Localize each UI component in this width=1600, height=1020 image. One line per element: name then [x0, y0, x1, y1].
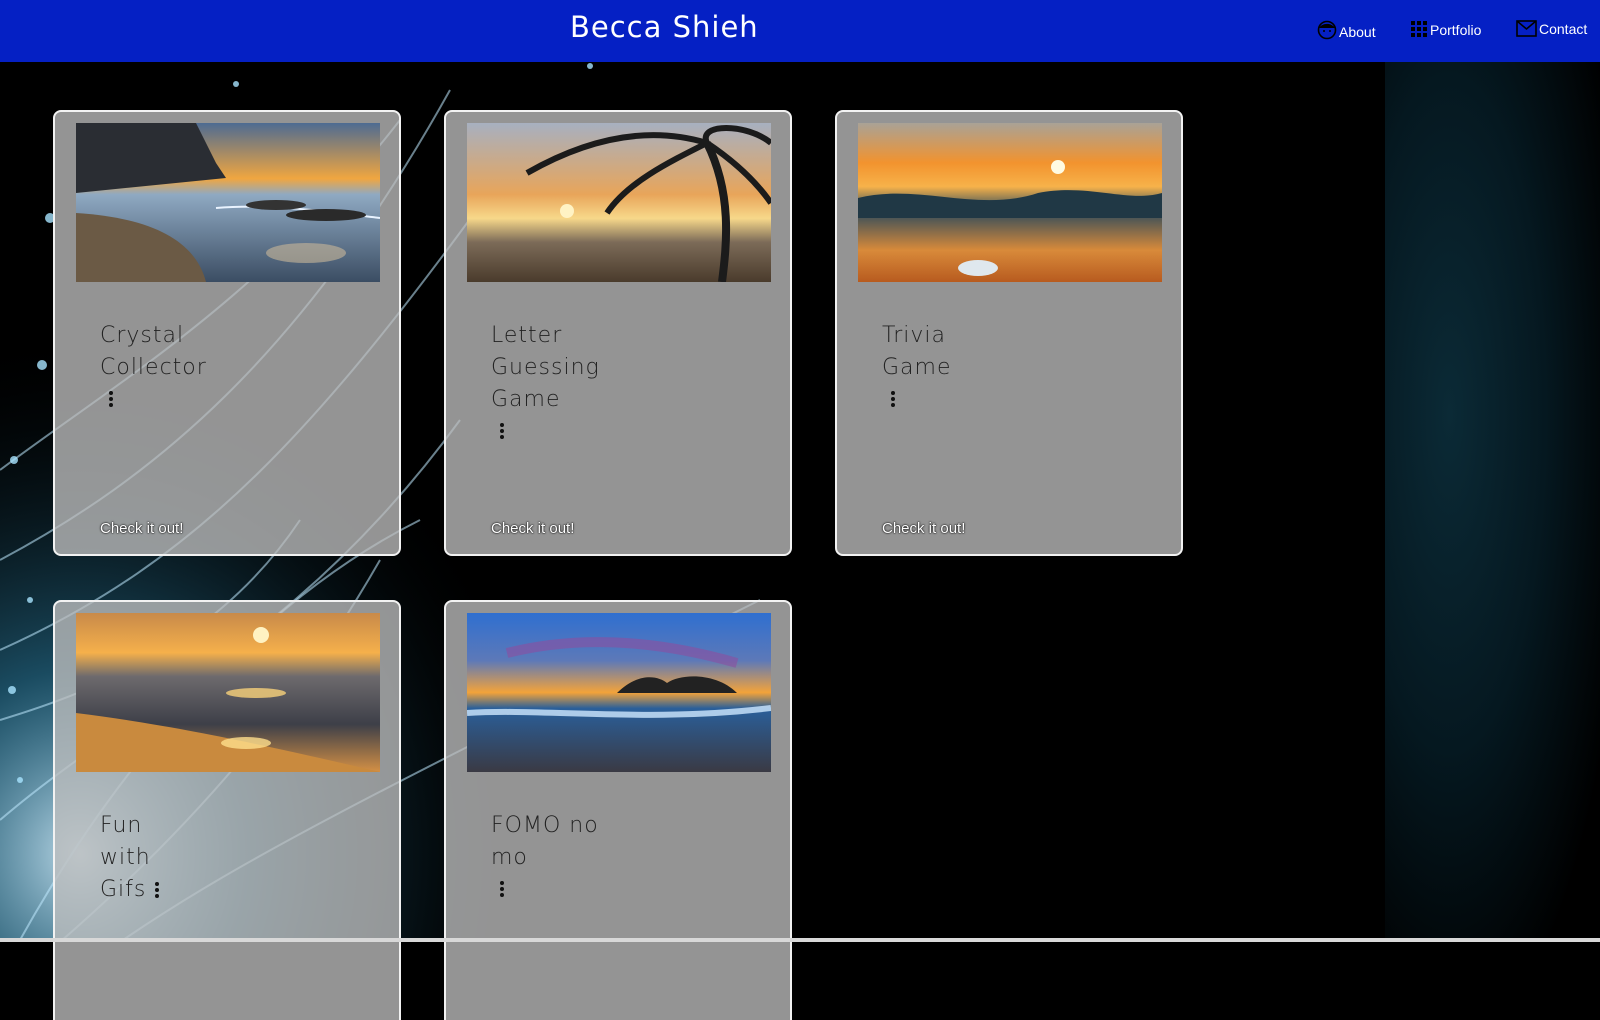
card-link[interactable]: Check it out!: [491, 520, 574, 537]
page-bottom-scrollbar[interactable]: [0, 938, 1600, 942]
portfolio-card[interactable]: Fun with Gifs: [53, 600, 401, 1020]
card-image[interactable]: [467, 613, 771, 772]
nav-portfolio[interactable]: Portfolio: [1410, 20, 1481, 38]
card-title-text: Trivia Game: [882, 323, 952, 380]
card-image[interactable]: [76, 123, 380, 282]
background-right-panel: [1385, 62, 1600, 942]
card-title-text: Fun with Gifs: [100, 813, 151, 902]
nav-contact[interactable]: Contact: [1516, 20, 1587, 37]
card-link[interactable]: Check it out!: [882, 520, 965, 537]
portfolio-card[interactable]: FOMO no mo: [444, 600, 792, 1020]
site-brand[interactable]: Becca Shieh: [570, 10, 759, 44]
navbar: Becca Shieh About Portfolio Contact: [0, 0, 1600, 62]
grid-icon: [1410, 20, 1428, 38]
card-title: Fun with Gifs: [100, 810, 170, 906]
card-title: Trivia Game: [882, 320, 1002, 408]
card-image[interactable]: [858, 123, 1162, 282]
more-vertical-icon[interactable]: [890, 390, 896, 408]
card-title-text: Letter Guessing Game: [491, 323, 600, 412]
nav-about[interactable]: About: [1317, 20, 1376, 40]
nav-contact-label: Contact: [1539, 21, 1588, 37]
nav-about-label: About: [1339, 24, 1376, 40]
face-icon: [1317, 20, 1337, 40]
portfolio-card[interactable]: Letter Guessing Game Check it out!: [444, 110, 792, 556]
more-vertical-icon[interactable]: [154, 881, 160, 899]
card-title: Crystal Collector: [100, 320, 220, 408]
mail-icon: [1516, 20, 1537, 37]
card-title: Letter Guessing Game: [491, 320, 611, 440]
card-title-text: FOMO no mo: [491, 813, 599, 870]
card-link[interactable]: Check it out!: [100, 520, 183, 537]
portfolio-card[interactable]: Trivia Game Check it out!: [835, 110, 1183, 556]
card-image[interactable]: [76, 613, 380, 772]
nav-portfolio-label: Portfolio: [1430, 22, 1482, 38]
card-title-text: Crystal Collector: [100, 323, 207, 380]
card-image[interactable]: [467, 123, 771, 282]
more-vertical-icon[interactable]: [108, 390, 114, 408]
more-vertical-icon[interactable]: [499, 422, 505, 440]
more-vertical-icon[interactable]: [499, 880, 505, 898]
card-title: FOMO no mo: [491, 810, 611, 898]
portfolio-card[interactable]: Crystal Collector Check it out!: [53, 110, 401, 556]
